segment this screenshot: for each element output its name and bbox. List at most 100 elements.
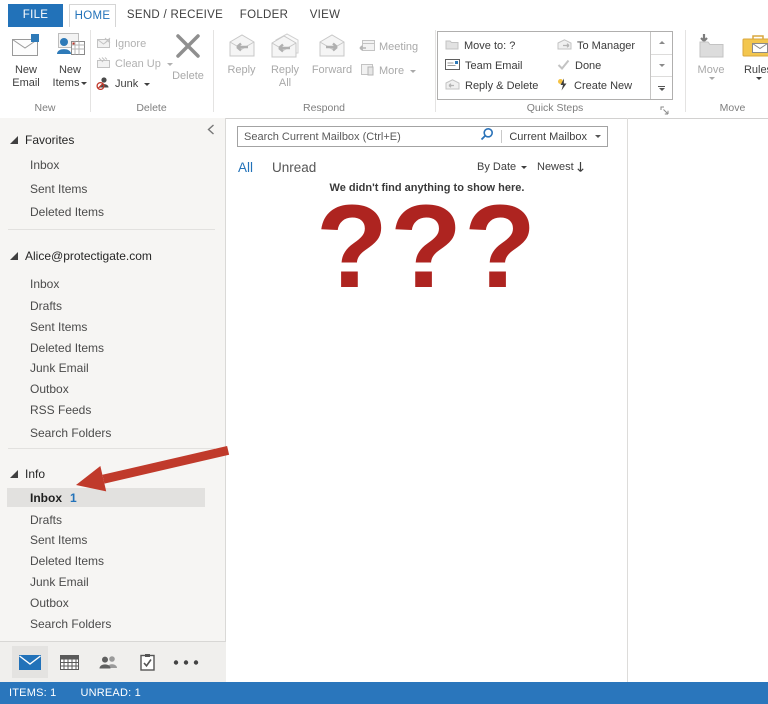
group-separator <box>435 30 436 112</box>
reply-all-label-2: All <box>278 77 292 89</box>
reply-all-button[interactable]: Reply All <box>263 31 307 90</box>
tab-file[interactable]: FILE <box>8 4 63 27</box>
folder-account-deleted-items[interactable]: Deleted Items <box>0 339 225 357</box>
new-email-label-1: New <box>14 64 37 76</box>
new-email-icon <box>10 31 42 61</box>
reading-pane-divider[interactable] <box>627 118 628 682</box>
nav-mail-button[interactable] <box>12 646 48 678</box>
sort-order-newest[interactable]: Newest <box>537 161 584 173</box>
group-separator <box>90 30 91 112</box>
section-header-account[interactable]: Alice@protectigate.com <box>0 247 225 265</box>
reply-button[interactable]: Reply <box>221 31 262 77</box>
quick-steps-scroll-up[interactable] <box>651 32 672 55</box>
ignore-label: Ignore <box>115 38 147 50</box>
tab-folder[interactable]: FOLDER <box>234 4 294 27</box>
folder-account-sent-items[interactable]: Sent Items <box>0 318 225 336</box>
nav-people-button[interactable] <box>90 646 126 678</box>
folder-account-drafts[interactable]: Drafts <box>0 297 225 315</box>
ribbon: New Email New Items Ignore Clean Up Junk… <box>0 27 768 119</box>
quick-step-create-new[interactable]: Create New <box>557 76 632 95</box>
people-icon <box>99 656 117 669</box>
outlook-window: FILE HOME SEND / RECEIVE FOLDER VIEW New… <box>0 0 768 704</box>
nav-calendar-button[interactable] <box>51 646 87 678</box>
folder-account-junk-email[interactable]: Junk Email <box>0 359 225 377</box>
folder-account-search-folders[interactable]: Search Folders <box>0 424 225 442</box>
dropdown-caret-icon <box>144 82 151 86</box>
section-header-info[interactable]: Info <box>0 465 225 483</box>
section-divider <box>8 229 215 230</box>
quick-step-move-to[interactable]: Move to: ? <box>445 36 515 55</box>
envelope-icon <box>445 58 460 73</box>
status-bar: ITEMS: 1 UNREAD: 1 <box>0 682 768 704</box>
group-label-respond: Respond <box>302 102 346 114</box>
new-items-icon <box>54 31 86 61</box>
folder-favorites-sent-items[interactable]: Sent Items <box>0 180 225 198</box>
meeting-button[interactable]: Meeting <box>359 39 418 55</box>
search-icon[interactable] <box>480 127 494 146</box>
delete-button[interactable]: Delete <box>166 31 210 83</box>
filter-unread[interactable]: Unread <box>272 160 316 175</box>
folder-info-deleted-items[interactable]: Deleted Items <box>0 552 225 570</box>
quick-step-done[interactable]: Done <box>557 56 601 75</box>
folder-favorites-inbox[interactable]: Inbox <box>0 156 225 174</box>
forward-label: Forward <box>311 64 353 76</box>
expanded-triangle-icon <box>10 136 18 144</box>
nav-tasks-button[interactable] <box>129 646 165 678</box>
more-button[interactable]: More <box>359 63 417 79</box>
move-label: Move <box>697 64 725 76</box>
down-arrow-icon <box>577 161 584 172</box>
sort-by-date-dropdown[interactable]: By Date <box>477 161 528 173</box>
folder-account-inbox[interactable]: Inbox <box>0 275 225 293</box>
rules-button[interactable]: Rules <box>733 31 768 80</box>
quick-steps-gallery: Move to: ? Team Email Reply & Delete To … <box>437 31 673 100</box>
search-input[interactable] <box>244 130 481 143</box>
calendar-icon <box>59 654 79 670</box>
more-label: More <box>379 65 405 77</box>
dropdown-caret-icon <box>709 77 715 80</box>
new-items-label-2: Items <box>53 77 88 90</box>
folder-info-drafts[interactable]: Drafts <box>0 511 225 529</box>
quick-steps-more-button[interactable] <box>651 77 672 99</box>
clean-up-icon <box>96 56 111 72</box>
lightning-icon <box>557 78 569 94</box>
folder-info-inbox-selected[interactable]: Inbox 1 <box>7 488 205 507</box>
search-box: Current Mailbox <box>237 126 608 147</box>
move-button[interactable]: Move <box>692 31 730 80</box>
folder-account-outbox[interactable]: Outbox <box>0 380 225 398</box>
folder-info-sent-items[interactable]: Sent Items <box>0 531 225 549</box>
folder-info-junk-email[interactable]: Junk Email <box>0 573 225 591</box>
dropdown-caret-icon <box>756 77 762 80</box>
filter-all[interactable]: All <box>238 160 253 175</box>
forward-button[interactable]: Forward <box>308 31 356 77</box>
group-label-delete: Delete <box>136 102 167 114</box>
search-scope-dropdown[interactable]: Current Mailbox <box>509 131 587 143</box>
dropdown-caret-icon <box>81 81 88 85</box>
quick-steps-scroll-strip <box>650 32 672 99</box>
folder-info-outbox[interactable]: Outbox <box>0 594 225 612</box>
dropdown-caret-icon <box>410 69 417 73</box>
nav-more-button[interactable] <box>168 646 204 678</box>
folder-account-rss-feeds[interactable]: RSS Feeds <box>0 401 225 419</box>
tab-home[interactable]: HOME <box>69 4 116 28</box>
section-header-favorites[interactable]: Favorites <box>0 131 225 149</box>
junk-button[interactable]: Junk <box>96 76 151 92</box>
reply-icon <box>226 31 258 61</box>
quick-step-team-email[interactable]: Team Email <box>445 56 522 75</box>
new-items-button[interactable]: New Items <box>50 31 90 90</box>
reply-label: Reply <box>227 64 256 76</box>
reply-all-label-1: Reply <box>270 64 300 76</box>
new-email-button[interactable]: New Email <box>4 31 48 90</box>
tab-send-receive[interactable]: SEND / RECEIVE <box>124 4 226 27</box>
ignore-button[interactable]: Ignore <box>96 36 146 52</box>
reply-all-icon <box>268 31 302 61</box>
tab-view[interactable]: VIEW <box>302 4 348 27</box>
junk-label: Junk <box>115 78 139 90</box>
scope-caret-icon[interactable] <box>595 135 601 138</box>
rules-icon <box>741 31 768 61</box>
quick-steps-scroll-down[interactable] <box>651 55 672 78</box>
quick-step-reply-delete[interactable]: Reply & Delete <box>445 76 538 95</box>
clean-up-button[interactable]: Clean Up <box>96 56 173 72</box>
folder-info-search-folders[interactable]: Search Folders <box>0 615 225 633</box>
quick-step-to-manager[interactable]: To Manager <box>557 36 635 55</box>
folder-favorites-deleted-items[interactable]: Deleted Items <box>0 203 225 221</box>
